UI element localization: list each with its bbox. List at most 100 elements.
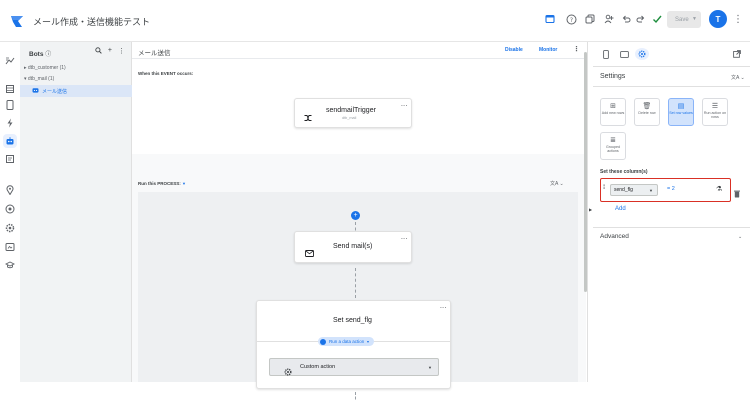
location-pin-icon[interactable] bbox=[3, 183, 17, 197]
column-assignment-row: ⁞⁞ send_flg ▼ = 2 ⚗ bbox=[600, 178, 731, 202]
table-edit-icon: ▤ bbox=[677, 103, 685, 110]
share-users-icon[interactable] bbox=[602, 12, 616, 26]
gear-icon bbox=[284, 363, 292, 381]
open-in-new-icon[interactable] bbox=[730, 48, 744, 60]
views-icon[interactable] bbox=[3, 82, 17, 96]
delete-column-icon[interactable] bbox=[734, 185, 740, 203]
step-title: Set send_flg bbox=[333, 317, 372, 324]
delete-icon: 🗑 bbox=[642, 103, 652, 110]
add-rows-icon: ⊞ bbox=[610, 103, 616, 110]
event-trigger-card[interactable]: sendmailTrigger dtb_mail ⋮ bbox=[294, 98, 412, 128]
divider bbox=[593, 227, 750, 228]
copy-icon[interactable] bbox=[583, 12, 597, 26]
disable-button[interactable]: Disable bbox=[505, 47, 523, 53]
more-vert-icon[interactable]: ⋮ bbox=[118, 47, 125, 56]
more-vert-icon[interactable]: ⋮ bbox=[573, 45, 580, 53]
tree-item-mail-send-bot[interactable]: メール送信 bbox=[20, 85, 132, 97]
svg-text:?: ? bbox=[569, 16, 572, 23]
automation-bot-icon[interactable] bbox=[3, 134, 17, 148]
appsheet-logo-icon bbox=[11, 16, 23, 27]
step-send-mail-card[interactable]: Send mail(s) ⋮ bbox=[294, 231, 412, 263]
option-grouped-actions[interactable]: ≣ Grouped actions bbox=[600, 132, 626, 160]
shuffle-icon bbox=[304, 109, 312, 127]
column-select[interactable]: send_flg ▼ bbox=[610, 184, 658, 196]
learn-icon[interactable] bbox=[3, 258, 17, 272]
divider bbox=[593, 86, 750, 87]
option-set-row-values[interactable]: ▤ Set row values bbox=[668, 98, 694, 126]
option-delete-row[interactable]: 🗑 Delete row bbox=[634, 98, 660, 126]
chevron-down-icon: ▼ bbox=[649, 188, 653, 193]
column-value-expression[interactable]: = 2 bbox=[667, 186, 675, 192]
advanced-section-toggle[interactable]: Advanced bbox=[600, 233, 629, 240]
flask-icon[interactable]: ⚗ bbox=[716, 185, 722, 193]
preview-icon[interactable] bbox=[3, 240, 17, 254]
add-column-button[interactable]: Add bbox=[615, 206, 626, 212]
settings-panel: Settings 文A ⌄ ⊞ Add new rows 🗑 Delete ro… bbox=[593, 42, 750, 382]
redo-icon[interactable] bbox=[634, 12, 648, 26]
step-set-send-flg-card[interactable]: ⋮ Set send_flg Run a data action ▼ Custo… bbox=[256, 300, 451, 389]
select-value: Custom action bbox=[300, 364, 336, 370]
connector-line bbox=[355, 392, 356, 400]
tree-item-dtb-mail[interactable]: ▾ dtb_mail (1) bbox=[20, 73, 132, 85]
trigger-subtitle: dtb_mail bbox=[342, 116, 357, 120]
more-vert-icon[interactable]: ⋮ bbox=[438, 304, 446, 310]
tree-item-label: ▸ dtb_customer (1) bbox=[24, 65, 66, 71]
option-label: Grouped actions bbox=[606, 145, 620, 153]
more-vert-icon[interactable]: ⋮ bbox=[731, 12, 745, 26]
language-selector[interactable]: 文A ⌄ bbox=[731, 74, 745, 81]
data-action-icon bbox=[320, 338, 326, 345]
info-icon[interactable]: ⓘ bbox=[45, 52, 51, 58]
bot-icon bbox=[32, 87, 39, 95]
language-selector[interactable]: 文A ⌄ bbox=[550, 180, 564, 187]
tree-item-label: メール送信 bbox=[42, 88, 68, 95]
column-select-value: send_flg bbox=[614, 187, 633, 193]
more-vert-icon[interactable]: ⋮ bbox=[399, 102, 407, 108]
settings-title: Settings bbox=[600, 73, 626, 80]
monitor-button[interactable]: Monitor bbox=[539, 47, 557, 53]
chevron-down-icon[interactable]: ▼ bbox=[182, 181, 186, 186]
undo-icon[interactable] bbox=[619, 12, 633, 26]
intelligence-icon[interactable] bbox=[3, 152, 17, 166]
option-add-new-rows[interactable]: ⊞ Add new rows bbox=[600, 98, 626, 126]
phone-icon[interactable] bbox=[3, 98, 17, 112]
search-icon[interactable] bbox=[95, 47, 102, 56]
process-label-text: Run this PROCESS: bbox=[138, 181, 181, 186]
security-icon[interactable] bbox=[3, 202, 17, 216]
save-button[interactable]: Save ▼ bbox=[667, 11, 701, 28]
mobile-preview-icon[interactable] bbox=[599, 48, 613, 60]
calendar-view-icon[interactable] bbox=[543, 12, 557, 26]
action-type-select[interactable]: Custom action ▼ bbox=[269, 358, 439, 376]
settings-gear-icon[interactable] bbox=[3, 221, 17, 235]
chip-label: Run a data action bbox=[329, 339, 365, 344]
avatar[interactable]: T bbox=[709, 10, 727, 28]
run-data-action-chip[interactable]: Run a data action ▼ bbox=[318, 337, 374, 346]
save-button-label: Save bbox=[675, 16, 689, 23]
chevron-down-icon: ▼ bbox=[366, 339, 370, 344]
chevron-down-icon: ▼ bbox=[428, 365, 432, 370]
columns-label: Set these column(s) bbox=[600, 169, 648, 175]
trigger-title: sendmailTrigger bbox=[326, 107, 376, 114]
process-section-header: Run this PROCESS: ▼ 文A ⌄ bbox=[132, 175, 586, 192]
option-label: Run action on rows bbox=[703, 111, 727, 119]
data-icon[interactable] bbox=[3, 54, 17, 68]
event-section-label: When this EVENT occurs: bbox=[138, 71, 194, 76]
drag-handle-icon[interactable]: ⁞⁞ bbox=[603, 185, 606, 191]
option-label: Set row values bbox=[669, 111, 693, 115]
more-vert-icon[interactable]: ⋮ bbox=[399, 235, 407, 241]
list-run-icon: ☰ bbox=[711, 103, 719, 110]
add-step-icon[interactable]: + bbox=[351, 211, 360, 220]
canvas-header: メール送信 Disable Monitor ⋮ bbox=[132, 42, 586, 59]
option-run-action-on-rows[interactable]: ☰ Run action on rows bbox=[702, 98, 728, 126]
tablet-preview-icon[interactable] bbox=[617, 48, 631, 60]
add-bot-icon[interactable]: + bbox=[108, 47, 112, 56]
bots-heading-label: Bots bbox=[29, 51, 44, 58]
actions-bolt-icon[interactable] bbox=[3, 116, 17, 130]
process-section-label: Run this PROCESS: ▼ bbox=[138, 181, 186, 186]
divider bbox=[593, 66, 750, 67]
top-bar: メール作成・送信機能テスト ? Save ▼ T ⋮ bbox=[0, 0, 750, 42]
chevron-down-icon[interactable]: ⌄ bbox=[738, 234, 742, 240]
help-icon[interactable]: ? bbox=[564, 12, 578, 26]
bot-editor-canvas: メール送信 Disable Monitor ⋮ When this EVENT … bbox=[132, 42, 586, 400]
check-icon[interactable] bbox=[650, 12, 664, 26]
settings-gear-icon[interactable] bbox=[635, 48, 649, 60]
